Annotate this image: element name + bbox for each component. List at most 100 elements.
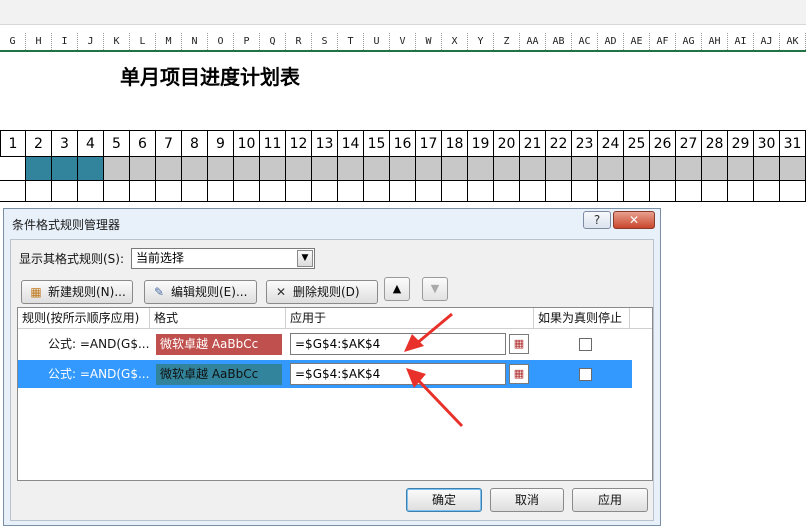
progress-cell[interactable]	[468, 157, 494, 181]
column-header-ae[interactable]: AE	[624, 33, 650, 50]
column-header-ah[interactable]: AH	[702, 33, 728, 50]
column-header-y[interactable]: Y	[468, 33, 494, 50]
column-header-i[interactable]: I	[52, 33, 78, 50]
progress-cell[interactable]	[572, 157, 598, 181]
delete-rule-button[interactable]: ✕ 删除规则(D)	[266, 280, 378, 304]
empty-cell[interactable]	[650, 181, 676, 202]
column-header-z[interactable]: Z	[494, 33, 520, 50]
day-number-cell[interactable]: 10	[234, 130, 260, 157]
day-number-cell[interactable]: 4	[78, 130, 104, 157]
progress-cell[interactable]	[26, 157, 52, 181]
progress-cell[interactable]	[624, 157, 650, 181]
day-number-cell[interactable]: 6	[130, 130, 156, 157]
empty-cell[interactable]	[754, 181, 780, 202]
empty-cell[interactable]	[78, 181, 104, 202]
column-header-t[interactable]: T	[338, 33, 364, 50]
new-rule-button[interactable]: ▦ 新建规则(N)...	[21, 280, 133, 304]
empty-cell[interactable]	[624, 181, 650, 202]
progress-cell[interactable]	[364, 157, 390, 181]
progress-cell[interactable]	[702, 157, 728, 181]
rules-list[interactable]: 规则(按所示顺序应用) 格式 应用于 如果为真则停止 公式: =AND(G$..…	[17, 307, 653, 481]
empty-cell[interactable]	[442, 181, 468, 202]
progress-cell[interactable]	[286, 157, 312, 181]
progress-cell[interactable]	[598, 157, 624, 181]
progress-cell[interactable]	[312, 157, 338, 181]
edit-rule-button[interactable]: ✎ 编辑规则(E)...	[144, 280, 257, 304]
range-picker-icon[interactable]: ▦	[509, 334, 529, 354]
progress-cell[interactable]	[52, 157, 78, 181]
day-number-cell[interactable]: 29	[728, 130, 754, 157]
empty-cell[interactable]	[104, 181, 130, 202]
column-header-m[interactable]: M	[156, 33, 182, 50]
empty-cell[interactable]	[494, 181, 520, 202]
move-up-button[interactable]: ▲	[384, 277, 410, 301]
column-header-ak[interactable]: AK	[780, 33, 806, 50]
progress-cell[interactable]	[260, 157, 286, 181]
progress-cell[interactable]	[650, 157, 676, 181]
column-header-g[interactable]: G	[0, 33, 26, 50]
column-header-k[interactable]: K	[104, 33, 130, 50]
day-number-cell[interactable]: 9	[208, 130, 234, 157]
progress-cell[interactable]	[338, 157, 364, 181]
day-number-cell[interactable]: 23	[572, 130, 598, 157]
day-number-cell[interactable]: 30	[754, 130, 780, 157]
empty-cell[interactable]	[598, 181, 624, 202]
ok-button[interactable]: 确定	[406, 488, 482, 512]
progress-cell[interactable]	[416, 157, 442, 181]
day-number-cell[interactable]: 25	[624, 130, 650, 157]
column-header-aa[interactable]: AA	[520, 33, 546, 50]
move-down-button[interactable]: ▼	[422, 277, 448, 301]
progress-cell[interactable]	[0, 157, 26, 181]
empty-cell[interactable]	[26, 181, 52, 202]
cancel-button[interactable]: 取消	[490, 488, 564, 512]
applies-to-input[interactable]: =$G$4:$AK$4	[290, 333, 506, 355]
column-header-af[interactable]: AF	[650, 33, 676, 50]
empty-cell[interactable]	[208, 181, 234, 202]
day-number-cell[interactable]: 31	[780, 130, 806, 157]
progress-cell[interactable]	[78, 157, 104, 181]
apply-button[interactable]: 应用	[572, 488, 648, 512]
day-number-cell[interactable]: 20	[494, 130, 520, 157]
empty-cell[interactable]	[364, 181, 390, 202]
day-number-cell[interactable]: 12	[286, 130, 312, 157]
day-number-cell[interactable]: 3	[52, 130, 78, 157]
column-header-n[interactable]: N	[182, 33, 208, 50]
progress-cell[interactable]	[234, 157, 260, 181]
day-number-cell[interactable]: 1	[0, 130, 26, 157]
column-header-ac[interactable]: AC	[572, 33, 598, 50]
column-header-w[interactable]: W	[416, 33, 442, 50]
empty-cell[interactable]	[0, 181, 26, 202]
column-header-ag[interactable]: AG	[676, 33, 702, 50]
applies-to-input[interactable]: =$G$4:$AK$4	[290, 363, 506, 385]
progress-cell[interactable]	[442, 157, 468, 181]
stop-if-true-checkbox[interactable]	[579, 368, 592, 381]
empty-cell[interactable]	[390, 181, 416, 202]
column-header-v[interactable]: V	[390, 33, 416, 50]
schedule-grid[interactable]: 1 2 3 4 5 6 7 8 9 10 11 12 13 14 15 16 17 18 19 20 21 22 23 24 2…	[0, 130, 806, 204]
progress-cell[interactable]	[182, 157, 208, 181]
empty-cell[interactable]	[286, 181, 312, 202]
day-number-cell[interactable]: 26	[650, 130, 676, 157]
column-header-ai[interactable]: AI	[728, 33, 754, 50]
stop-if-true-checkbox[interactable]	[579, 338, 592, 351]
progress-cell[interactable]	[780, 157, 806, 181]
day-number-cell[interactable]: 18	[442, 130, 468, 157]
column-header-r[interactable]: R	[286, 33, 312, 50]
progress-cell[interactable]	[728, 157, 754, 181]
progress-cell[interactable]	[390, 157, 416, 181]
show-rules-select[interactable]: 当前选择 ▼	[131, 248, 315, 269]
close-button[interactable]: ✕	[613, 211, 655, 229]
chevron-down-icon[interactable]: ▼	[297, 250, 313, 267]
column-header-aj[interactable]: AJ	[754, 33, 780, 50]
progress-cell[interactable]	[494, 157, 520, 181]
day-number-cell[interactable]: 2	[26, 130, 52, 157]
empty-cell[interactable]	[260, 181, 286, 202]
empty-cell[interactable]	[312, 181, 338, 202]
empty-cell[interactable]	[182, 181, 208, 202]
empty-cell[interactable]	[130, 181, 156, 202]
progress-cell[interactable]	[754, 157, 780, 181]
empty-cell[interactable]	[468, 181, 494, 202]
day-number-cell[interactable]: 7	[156, 130, 182, 157]
column-header-l[interactable]: L	[130, 33, 156, 50]
empty-cell[interactable]	[572, 181, 598, 202]
